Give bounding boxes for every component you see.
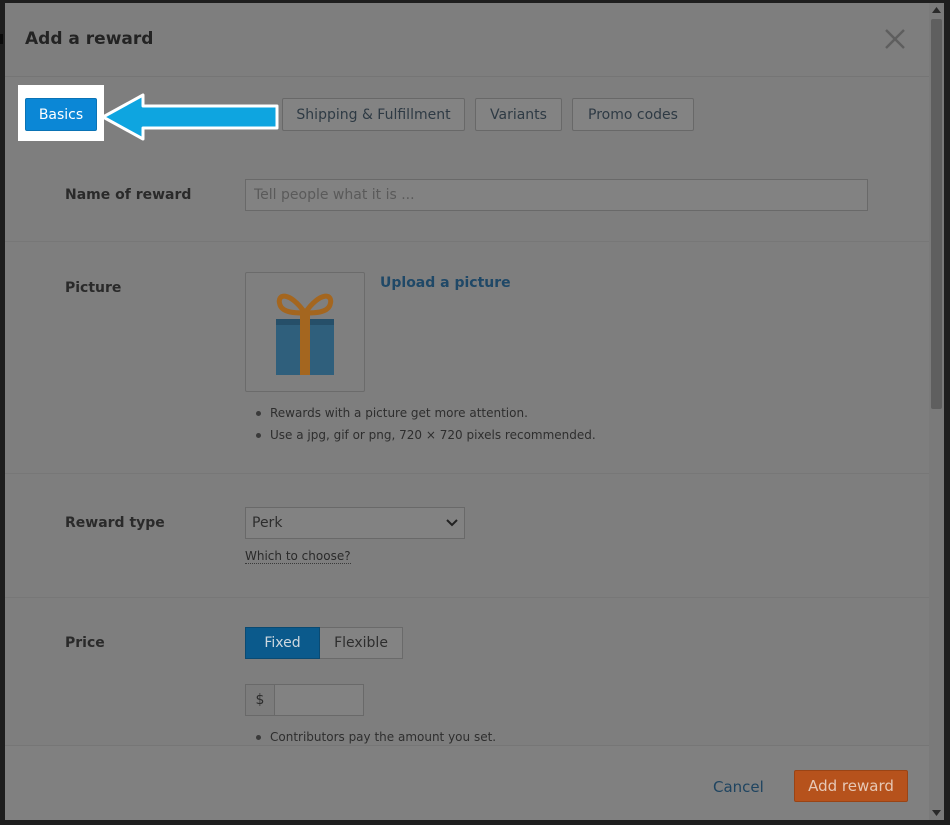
scrollbar-thumb[interactable] (931, 19, 942, 409)
dialog-header: Add a reward (5, 3, 929, 77)
picture-tips: Rewards with a picture get more attentio… (256, 402, 596, 446)
chevron-down-icon (446, 519, 458, 527)
section-divider (5, 241, 929, 242)
list-item: Use a jpg, gif or png, 720 × 720 pixels … (256, 424, 596, 446)
price-label: Price (65, 635, 105, 651)
pointer-arrow-icon (101, 93, 279, 141)
dialog-footer: Cancel Add reward (5, 745, 929, 820)
reward-type-selected-value: Perk (252, 515, 283, 531)
tab-basics[interactable]: Basics (25, 98, 97, 131)
reward-type-select[interactable]: Perk (245, 507, 465, 539)
scrollbar[interactable] (929, 3, 944, 820)
price-fixed-toggle[interactable]: Fixed (245, 627, 320, 659)
picture-label: Picture (65, 280, 122, 296)
add-reward-button[interactable]: Add reward (794, 770, 908, 802)
price-input[interactable] (274, 684, 364, 716)
list-item: Rewards with a picture get more attentio… (256, 402, 596, 424)
reward-type-label: Reward type (65, 515, 165, 531)
which-to-choose-link[interactable]: Which to choose? (245, 549, 351, 564)
scroll-down-icon[interactable] (932, 810, 941, 816)
section-divider (5, 473, 929, 474)
currency-symbol: $ (245, 684, 275, 716)
picture-preview[interactable] (245, 272, 365, 392)
name-of-reward-label: Name of reward (65, 187, 192, 203)
close-icon[interactable] (883, 27, 907, 51)
background-edge-mark (0, 34, 3, 44)
tab-shipping-fulfillment[interactable]: Shipping & Fulfillment (282, 98, 465, 131)
dialog-title: Add a reward (25, 29, 154, 49)
add-reward-dialog: Add a reward Basics Shipping & Fulfillme… (5, 3, 929, 820)
tab-variants[interactable]: Variants (475, 98, 562, 131)
gift-icon (276, 293, 334, 375)
scroll-up-icon[interactable] (932, 7, 941, 13)
price-flexible-toggle[interactable]: Flexible (320, 627, 403, 659)
section-divider (5, 597, 929, 598)
upload-picture-link[interactable]: Upload a picture (380, 275, 511, 291)
name-of-reward-input[interactable] (245, 179, 868, 211)
cancel-button[interactable]: Cancel (713, 778, 764, 796)
tab-promo-codes[interactable]: Promo codes (572, 98, 694, 131)
